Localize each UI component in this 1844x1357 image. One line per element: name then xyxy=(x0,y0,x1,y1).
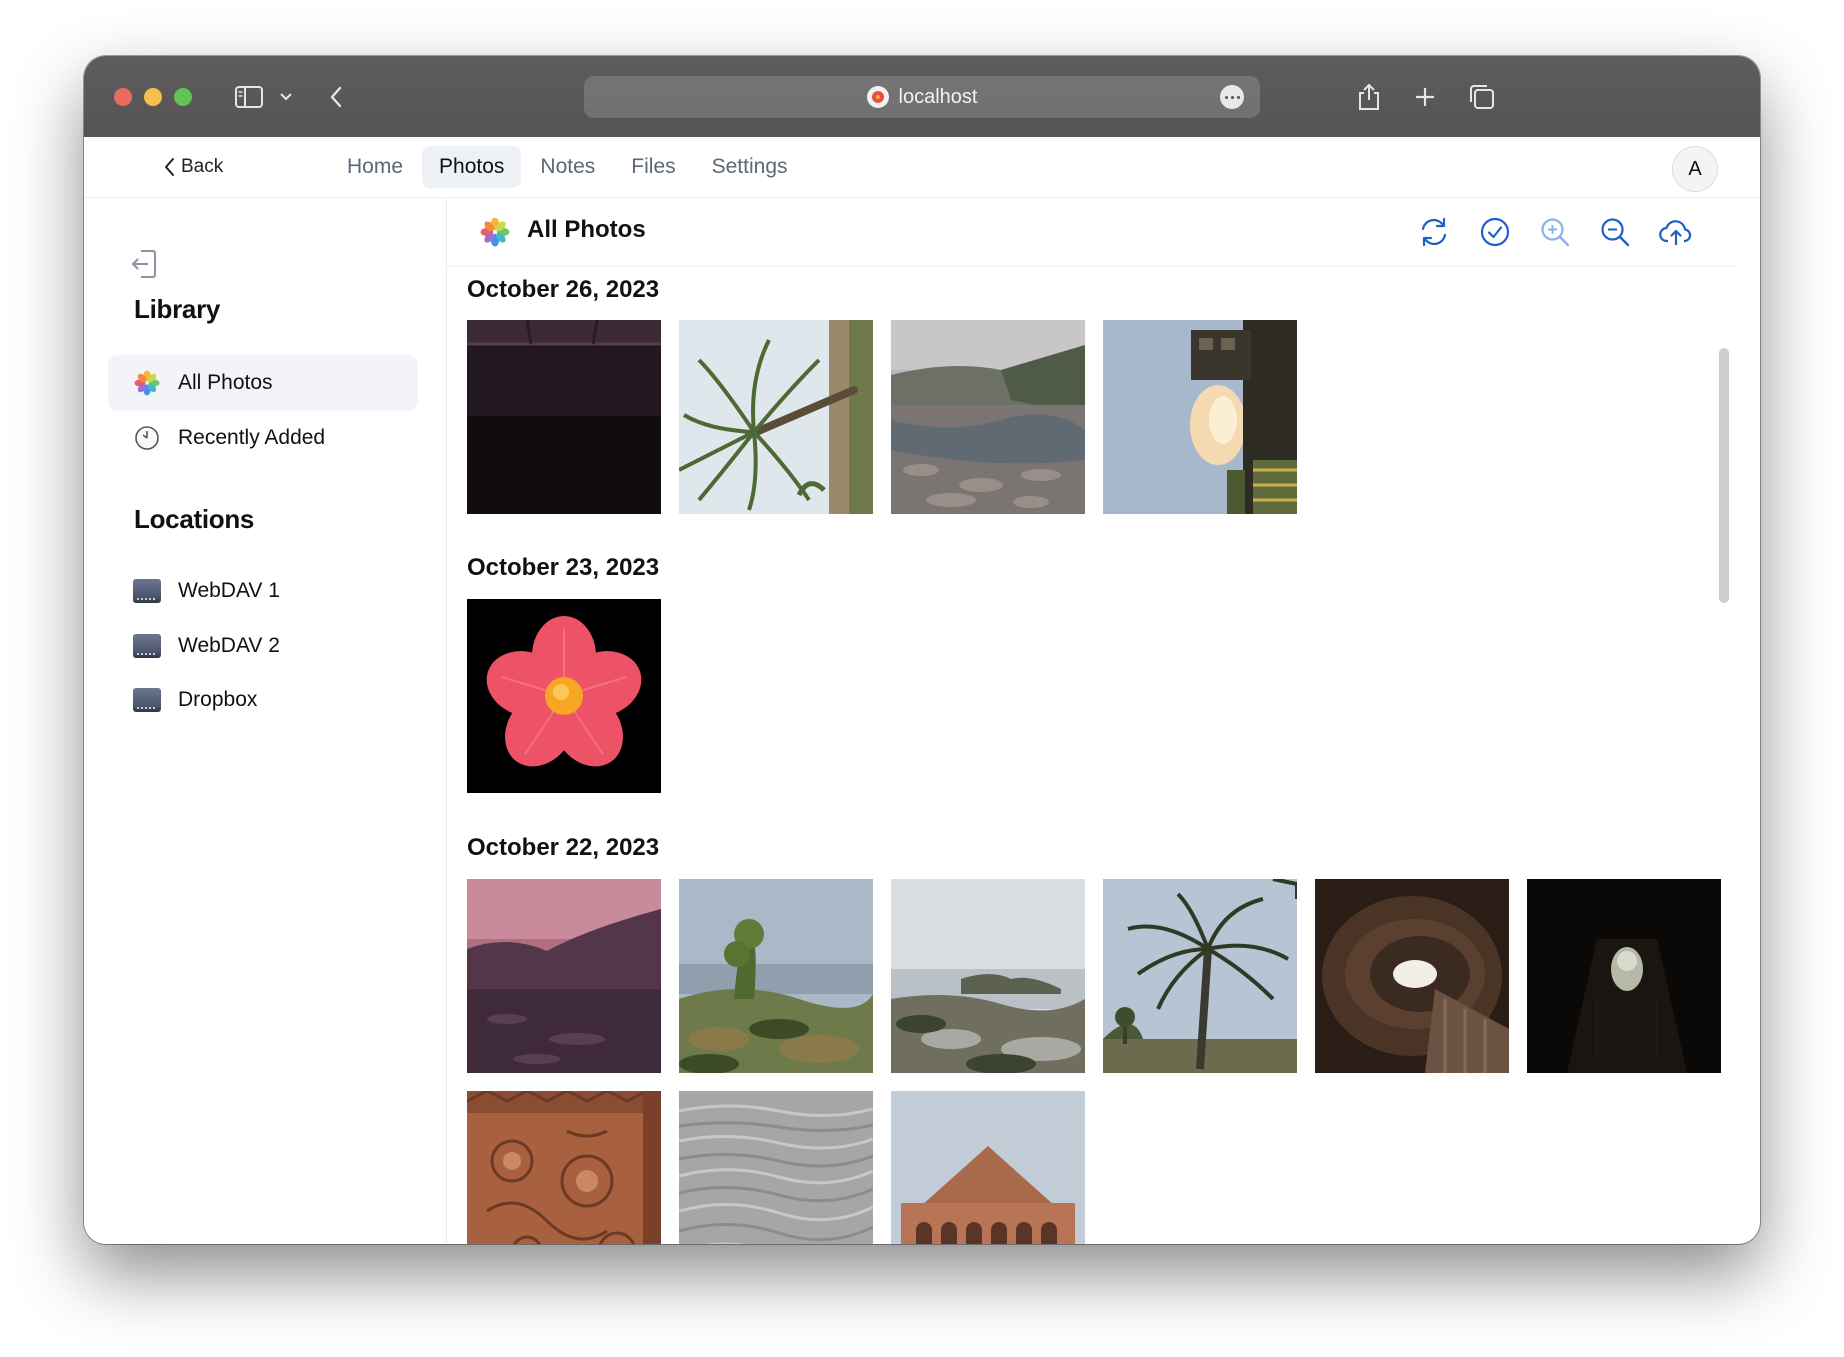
refresh-icon[interactable] xyxy=(1417,215,1451,249)
chevron-left-icon xyxy=(165,158,174,176)
sidebar-item-webdav-2[interactable]: WebDAV 2 xyxy=(108,618,418,674)
date-heading: October 26, 2023 xyxy=(467,276,660,303)
tab-photos[interactable]: Photos xyxy=(422,146,522,188)
photo-thumbnail[interactable] xyxy=(679,1091,873,1244)
photo-thumbnail[interactable] xyxy=(1315,879,1509,1073)
photo-thumbnail[interactable] xyxy=(1103,879,1297,1073)
nav-tabs: Home Photos Notes Files Settings xyxy=(330,146,807,188)
zoom-in-icon[interactable] xyxy=(1538,215,1572,249)
photo-thumbnail[interactable] xyxy=(467,879,661,1073)
photos-flower-icon xyxy=(132,368,162,398)
minimize-window-button[interactable] xyxy=(144,88,162,106)
photo-thumbnail[interactable] xyxy=(679,320,873,514)
photo-thumbnail[interactable] xyxy=(891,1091,1085,1244)
avatar[interactable]: A xyxy=(1672,146,1718,192)
photo-thumbnail[interactable] xyxy=(467,320,661,514)
more-icon[interactable] xyxy=(1220,85,1244,109)
sidebar-item-recently-added[interactable]: Recently Added xyxy=(108,410,418,466)
url-text: localhost xyxy=(898,85,978,108)
back-label: Back xyxy=(181,156,224,177)
tab-notes[interactable]: Notes xyxy=(523,146,612,188)
address-bar[interactable]: localhost xyxy=(584,76,1260,118)
sidebar-item-all-photos[interactable]: All Photos xyxy=(108,355,418,411)
photo-thumbnail[interactable] xyxy=(467,1091,661,1244)
clock-icon xyxy=(132,423,162,453)
favicon-icon xyxy=(866,86,889,108)
sidebar-item-label: WebDAV 2 xyxy=(178,634,280,657)
tab-home[interactable]: Home xyxy=(330,146,420,188)
upload-cloud-icon[interactable] xyxy=(1659,215,1693,249)
sidebar-item-webdav-1[interactable]: WebDAV 1 xyxy=(108,563,418,619)
photos-main: All Photos October 26, 2023 October 23, … xyxy=(447,198,1737,1244)
back-arrow-icon[interactable] xyxy=(326,78,346,116)
sidebar-item-label: Dropbox xyxy=(178,688,258,711)
sidebar-item-label: All Photos xyxy=(178,371,273,394)
tab-files[interactable]: Files xyxy=(614,146,692,188)
zoom-out-icon[interactable] xyxy=(1598,215,1632,249)
date-heading: October 23, 2023 xyxy=(467,554,660,581)
back-button[interactable]: Back xyxy=(164,151,223,183)
photo-thumbnail[interactable] xyxy=(891,879,1085,1073)
app-navbar: Back Home Photos Notes Files Settings A xyxy=(84,137,1760,198)
share-icon[interactable] xyxy=(1354,78,1384,116)
chevron-down-icon[interactable] xyxy=(278,78,294,116)
logout-icon[interactable] xyxy=(129,248,159,285)
select-check-icon[interactable] xyxy=(1478,215,1512,249)
drive-icon xyxy=(132,685,162,715)
photo-thumbnail[interactable] xyxy=(1527,879,1721,1073)
photo-thumbnail[interactable] xyxy=(891,320,1085,514)
photo-thumbnail[interactable] xyxy=(679,879,873,1073)
library-heading: Library xyxy=(134,294,221,324)
zoom-window-button[interactable] xyxy=(174,88,192,106)
tabs-overview-icon[interactable] xyxy=(1467,78,1497,116)
sidebar-item-label: WebDAV 1 xyxy=(178,579,280,602)
main-header: All Photos xyxy=(447,198,1737,267)
sidebar-item-dropbox[interactable]: Dropbox xyxy=(108,672,418,728)
drive-icon xyxy=(132,631,162,661)
sidebar-toggle-icon[interactable] xyxy=(232,78,266,116)
scrollbar[interactable] xyxy=(1719,348,1729,603)
tab-settings[interactable]: Settings xyxy=(695,146,805,188)
locations-heading: Locations xyxy=(134,504,255,534)
close-window-button[interactable] xyxy=(114,88,132,106)
browser-titlebar: localhost xyxy=(84,56,1760,137)
drive-icon xyxy=(132,576,162,606)
photos-flower-icon xyxy=(480,217,510,252)
sidebar-item-label: Recently Added xyxy=(178,426,326,449)
date-heading: October 22, 2023 xyxy=(467,834,660,861)
page-title: All Photos xyxy=(527,216,646,243)
photo-thumbnail[interactable] xyxy=(1103,320,1297,514)
browser-window: localhost Back Home Photos Notes Files S… xyxy=(84,56,1760,1244)
photo-thumbnail[interactable] xyxy=(467,599,661,793)
plus-icon[interactable] xyxy=(1410,78,1440,116)
sidebar: Library All Photos Recently Added Locati… xyxy=(84,198,447,1244)
